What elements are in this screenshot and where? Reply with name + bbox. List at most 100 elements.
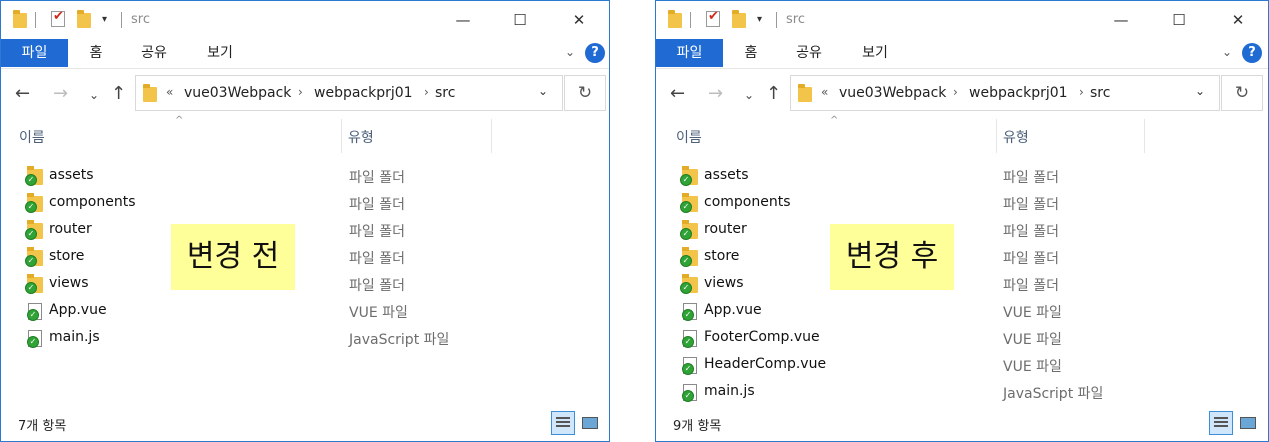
file-row[interactable]: ✓ App.vue VUE 파일 [656,298,1256,325]
file-type: VUE 파일 [1003,332,1062,348]
column-divider[interactable] [996,119,997,153]
minimize-button[interactable]: — [448,7,478,33]
details-view-button[interactable] [1209,411,1233,435]
column-divider[interactable] [1144,119,1145,153]
file-row[interactable]: ✓ main.js JavaScript 파일 [656,379,1256,406]
large-icons-view-button[interactable] [578,411,602,435]
file-type: 파일 폴더 [1003,251,1059,267]
item-count: 9개 항목 [673,419,722,434]
overflow-chevron-icon[interactable]: « [166,85,173,99]
sync-ok-icon: ✓ [680,228,692,240]
file-row[interactable]: ✓ store 파일 폴더 [656,244,1256,271]
collapse-ribbon-icon[interactable]: ⌄ [565,45,575,59]
column-header-name[interactable]: 이름 [19,127,45,147]
minimize-button[interactable]: — [1106,7,1136,33]
up-arrow-icon[interactable]: ↑ [766,83,781,104]
breadcrumb-item[interactable]: src [1090,85,1110,101]
new-folder-icon[interactable] [732,10,746,28]
column-divider[interactable] [491,119,492,153]
close-button[interactable]: ✕ [1223,7,1253,33]
customize-toolbar-icon[interactable]: ▾ [757,14,762,25]
sync-ok-icon: ✓ [682,309,694,321]
maximize-button[interactable]: ☐ [505,7,535,33]
file-name: store [49,248,85,264]
sync-ok-icon: ✓ [25,174,37,186]
forward-arrow-icon[interactable]: → [53,83,68,104]
breadcrumb-item[interactable]: vue03Webpack [839,85,946,101]
customize-toolbar-icon[interactable]: ▾ [102,14,107,25]
collapse-ribbon-icon[interactable]: ⌄ [1222,45,1232,59]
overflow-chevron-icon[interactable]: « [821,85,828,99]
new-folder-icon[interactable] [77,10,91,28]
tab-view[interactable]: 보기 [197,39,243,67]
file-row[interactable]: ✓ store 파일 폴더 [1,244,601,271]
tab-share[interactable]: 공유 [786,39,832,67]
file-row[interactable]: ✓ components 파일 폴더 [1,190,601,217]
file-row[interactable]: ✓ router 파일 폴더 [1,217,601,244]
details-view-button[interactable] [551,411,575,435]
breadcrumb-chevron-icon[interactable]: › [953,85,958,99]
sync-ok-icon: ✓ [25,201,37,213]
large-icons-view-button[interactable] [1236,411,1260,435]
recent-locations-icon[interactable]: ⌄ [89,88,99,102]
sync-ok-icon: ✓ [27,309,39,321]
file-name: components [704,194,791,210]
file-row[interactable]: ✓ FooterComp.vue VUE 파일 [656,325,1256,352]
tab-file[interactable]: 파일 [1,39,68,67]
file-name: views [704,275,744,291]
forward-arrow-icon[interactable]: → [708,83,723,104]
file-row[interactable]: ✓ assets 파일 폴더 [656,163,1256,190]
breadcrumb-item[interactable]: src [435,85,455,101]
file-row[interactable]: ✓ main.js JavaScript 파일 [1,325,601,352]
tab-home[interactable]: 홈 [81,39,111,67]
recent-locations-icon[interactable]: ⌄ [744,88,754,102]
title-bar: ▾ src — ☐ ✕ [1,1,609,39]
address-bar[interactable]: « vue03Webpack › webpackprj01 › src ⌄ [135,75,563,111]
properties-icon[interactable] [706,9,720,27]
breadcrumb-chevron-icon[interactable]: › [1079,85,1084,99]
breadcrumb-item[interactable]: vue03Webpack [184,85,291,101]
tab-share[interactable]: 공유 [131,39,177,67]
file-type: 파일 폴더 [349,170,405,186]
file-row[interactable]: ✓ HeaderComp.vue VUE 파일 [656,352,1256,379]
back-arrow-icon[interactable]: ← [670,83,685,104]
column-header-type[interactable]: 유형 [1003,127,1029,147]
address-bar[interactable]: « vue03Webpack › webpackprj01 › src ⌄ [790,75,1220,111]
maximize-button[interactable]: ☐ [1164,7,1194,33]
file-type: 파일 폴더 [1003,224,1059,240]
breadcrumb-item[interactable]: webpackprj01 [969,85,1068,101]
close-button[interactable]: ✕ [564,7,594,33]
breadcrumb-chevron-icon[interactable]: › [298,85,303,99]
address-dropdown-icon[interactable]: ⌄ [1195,84,1205,98]
file-row[interactable]: ✓ App.vue VUE 파일 [1,298,601,325]
tab-view[interactable]: 보기 [852,39,898,67]
file-type: 파일 폴더 [349,278,405,294]
script-file-icon: ✓ [682,384,697,402]
address-dropdown-icon[interactable]: ⌄ [538,84,548,98]
file-row[interactable]: ✓ components 파일 폴더 [656,190,1256,217]
refresh-button[interactable]: ↻ [1221,75,1263,111]
folder-icon: ✓ [680,166,698,186]
help-icon[interactable]: ? [1242,43,1262,63]
file-row[interactable]: ✓ assets 파일 폴더 [1,163,601,190]
file-name: assets [704,167,749,183]
back-arrow-icon[interactable]: ← [15,83,30,104]
file-row[interactable]: ✓ router 파일 폴더 [656,217,1256,244]
column-header-type[interactable]: 유형 [348,127,374,147]
sync-ok-icon: ✓ [682,363,694,375]
column-header-name[interactable]: 이름 [676,127,702,147]
refresh-button[interactable]: ↻ [564,75,606,111]
breadcrumb-item[interactable]: webpackprj01 [314,85,413,101]
file-row[interactable]: ✓ views 파일 폴더 [656,271,1256,298]
tab-home[interactable]: 홈 [736,39,766,67]
breadcrumb-chevron-icon[interactable]: › [424,85,429,99]
item-count: 7개 항목 [18,419,67,434]
up-arrow-icon[interactable]: ↑ [111,83,126,104]
sync-ok-icon: ✓ [25,282,37,294]
column-divider[interactable] [341,119,342,153]
tab-file[interactable]: 파일 [656,39,723,67]
file-row[interactable]: ✓ views 파일 폴더 [1,271,601,298]
ribbon: 파일 홈 공유 보기 ⌄ ? [1,39,609,69]
properties-icon[interactable] [51,9,65,27]
help-icon[interactable]: ? [585,43,605,63]
